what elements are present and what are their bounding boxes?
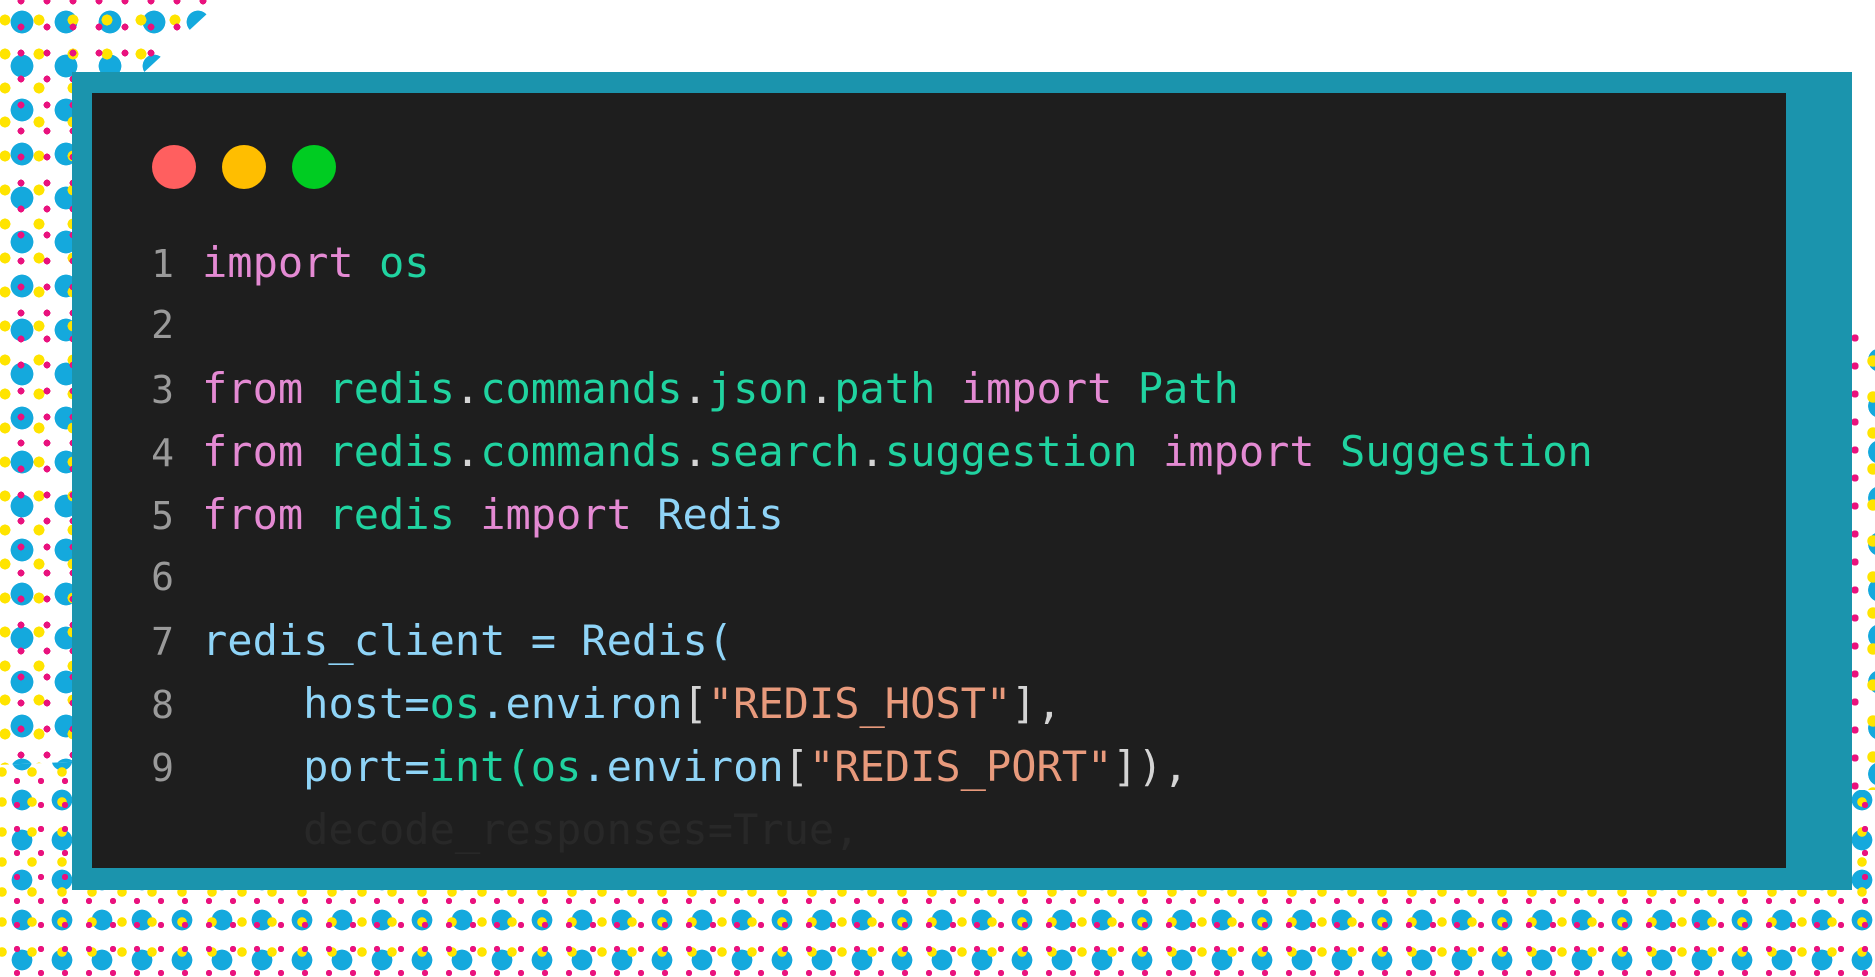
code-token: search [707,427,860,476]
code-line-text: from redis import Redis [202,483,784,546]
code-token: host [303,679,405,728]
code-token: os [429,679,481,728]
code-token: redis_client [202,616,506,665]
code-token: = [404,679,430,728]
code-token: suggestion [884,427,1138,476]
code-token: from [202,364,304,413]
code-token: decode_responses=True, [202,805,860,854]
code-token: [ [783,742,809,791]
code-token: path [834,364,936,413]
code-token: environ [505,679,683,728]
line-number: 5 [151,494,174,538]
code-token: Path [1137,364,1239,413]
code-token: . [682,427,708,476]
code-line-text: decode_responses=True, [202,798,859,861]
window-controls [152,145,336,189]
code-line[interactable]: decode_responses=True, [92,798,1786,861]
code-token: port [303,742,405,791]
code-token: redis [328,427,455,476]
code-token: Suggestion [1339,427,1593,476]
code-line[interactable]: 6 [92,546,1786,609]
code-token: . [808,364,835,413]
line-number: 1 [151,242,174,286]
code-token: ], [1011,679,1062,728]
code-line[interactable]: 8 host=os.environ["REDIS_HOST"], [92,672,1786,735]
close-button[interactable] [152,145,196,189]
code-token: from [202,490,304,539]
code-line[interactable]: 4 from redis.commands.search.suggestion i… [92,420,1786,483]
code-line[interactable]: 7 redis_client = Redis( [92,609,1786,672]
code-token: "REDIS_PORT" [808,742,1113,791]
code-token: . [480,679,506,728]
code-line-text: from redis.commands.json.path import Pat… [202,357,1239,420]
code-window: 1 import os 2 3 from redis.commands.json.pat… [92,93,1786,868]
line-number: 8 [151,683,174,727]
line-number: 4 [151,431,174,475]
code-token: int [429,742,506,791]
code-token: . [859,427,885,476]
code-token: . [454,364,481,413]
code-token: import [202,238,354,287]
code-line[interactable]: 2 [92,294,1786,357]
code-token: redis [328,364,455,413]
code-token: redis [328,490,455,539]
code-token: ( [505,742,531,791]
minimize-button[interactable] [222,145,266,189]
code-token: json [707,364,809,413]
code-line[interactable]: 1 import os [92,231,1786,294]
line-number: 7 [151,620,174,664]
code-token: [ [682,679,708,728]
code-line-text: import os [202,231,430,294]
line-number: 6 [151,555,174,599]
code-token: import [480,490,632,539]
code-token: ( [707,616,734,665]
line-number: 9 [151,746,174,790]
code-token: import [960,364,1113,413]
code-token: commands [480,364,683,413]
code-token: = [404,742,430,791]
code-token: ]), [1112,742,1189,791]
code-token: Redis [657,490,784,539]
code-line[interactable]: 9 port=int(os.environ["REDIS_PORT"]), [92,735,1786,798]
code-editor-content[interactable]: 1 import os 2 3 from redis.commands.json.pat… [92,231,1786,861]
code-line-text: redis_client = Redis( [202,609,733,672]
line-number: 2 [151,303,174,347]
code-token: os [379,238,430,287]
code-token: environ [606,742,784,791]
code-token: os [530,742,582,791]
screenshot-stage: 1 import os 2 3 from redis.commands.json.pat… [0,0,1875,977]
code-token: "REDIS_HOST" [707,679,1012,728]
code-token: . [581,742,607,791]
code-token: commands [480,427,683,476]
code-line-text: from redis.commands.search.suggestion im… [202,420,1593,483]
code-token: Redis [581,616,708,665]
code-token: . [682,364,708,413]
code-token: = [505,616,582,665]
line-number: 3 [151,368,174,412]
maximize-button[interactable] [292,145,336,189]
code-token: . [454,427,481,476]
code-line-text: host=os.environ["REDIS_HOST"], [202,672,1062,735]
code-line-text: port=int(os.environ["REDIS_PORT"]), [202,735,1188,798]
code-line[interactable]: 3 from redis.commands.json.path import Pa… [92,357,1786,420]
code-token: import [1162,427,1315,476]
code-token: from [202,427,304,476]
code-line[interactable]: 5 from redis import Redis [92,483,1786,546]
